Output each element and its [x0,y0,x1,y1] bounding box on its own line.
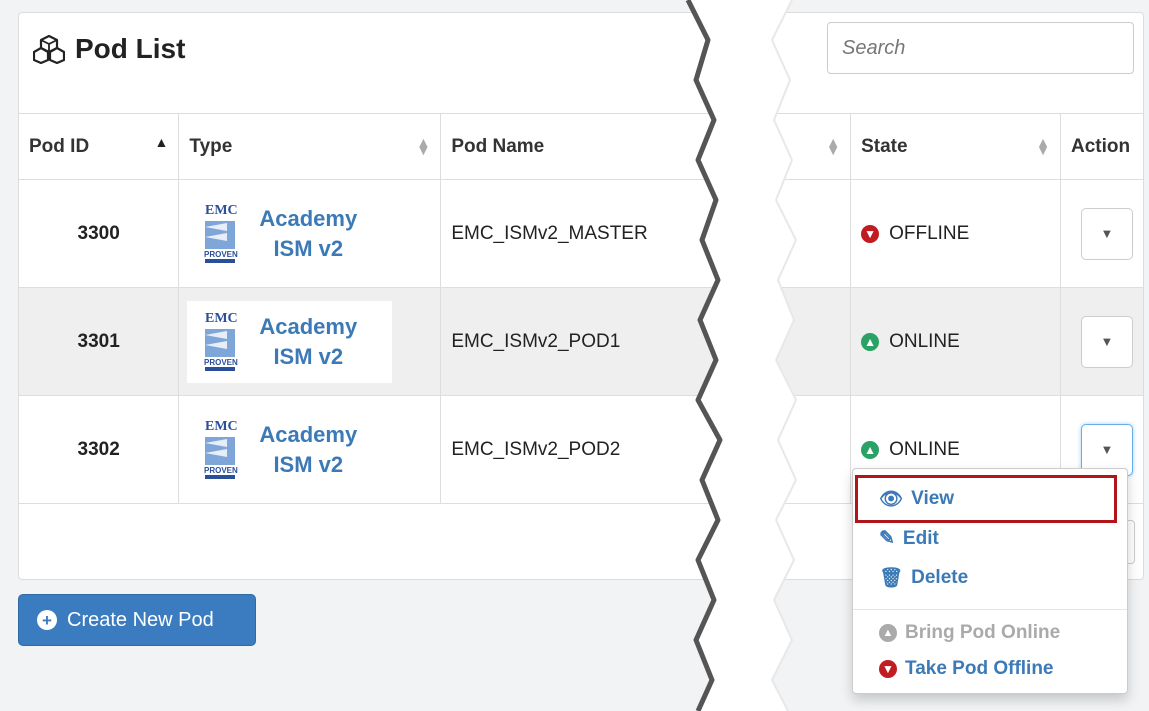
type-line-1: Academy [259,421,358,447]
type-line-2: ISM v2 [273,451,344,477]
menu-item-take-offline[interactable]: ▼ Take Pod Offline [879,658,1054,680]
emc-proven-logo: EMC PROVEN [204,419,238,479]
menu-item-edit[interactable]: ✎ Edit [879,527,939,550]
type-label: Academy ISM v2 [259,420,357,480]
menu-item-edit-label: Edit [902,527,939,549]
col-action: Action [1060,113,1143,180]
sort-icon[interactable]: ▲ ▼ [826,135,840,157]
pod-id-cell[interactable]: 3300 [19,179,180,288]
state-cell: ▲ ONLINE [850,287,1061,396]
sort-asc-icon[interactable]: ▲ [155,135,169,149]
caret-down-icon: ▼ [1100,442,1114,457]
arrow-up-circle-icon: ▲ [861,332,880,351]
logo-text-bottom: PROVEN [204,358,238,367]
cubes-icon [33,34,65,64]
search-input[interactable] [827,22,1134,74]
edit-icon: ✎ [879,528,895,549]
state-label: ONLINE [889,330,960,352]
arrow-up-circle-icon: ▲ [861,440,880,459]
type-label: Academy ISM v2 [259,312,357,372]
type-cell: EMC PROVEN Academy ISM v2 [178,179,442,288]
menu-divider [853,609,1127,610]
pod-name-cell: EMC_ISMv2_POD2 [440,395,852,504]
sort-icon[interactable]: ▲ ▼ [1036,135,1050,157]
action-cell: ▼ [1060,179,1143,288]
menu-item-delete-label: Delete [911,567,969,588]
state-label: ONLINE [889,438,960,460]
col-pod-name-label: Pod Name [451,135,545,157]
menu-item-take-offline-label: Take Pod Offline [905,658,1054,679]
state-label: OFFLINE [889,222,970,244]
caret-down-icon: ▼ [1100,334,1114,349]
action-cell: ▼ [1060,287,1143,396]
col-type-label: Type [189,135,233,157]
eye-icon: 👁 [879,489,904,510]
type-cell: EMC PROVEN Academy ISM v2 [178,395,442,504]
logo-text-top: EMC [205,419,238,434]
caret-down-icon: ▼ [1100,226,1114,241]
emc-proven-logo: EMC PROVEN [204,311,238,371]
emc-proven-logo: EMC PROVEN [204,203,238,263]
panel-title-text: Pod List [75,33,186,64]
logo-text-top: EMC [205,203,238,218]
pod-id-cell[interactable]: 3302 [19,395,180,504]
table-row[interactable]: 3301 EMC PROVEN Academy ISM v2 EMC_ISMv2… [19,287,1143,396]
panel-title: Pod List [33,33,185,65]
logo-text-bottom: PROVEN [204,466,238,475]
table-row[interactable]: 3300 EMC PROVEN Academy ISM v2 EMC_ISMv2… [19,179,1143,288]
action-dropdown-menu: 👁 View ✎ Edit 🗑 Delete ▲ Bring Pod Onlin… [852,468,1128,694]
trash-icon: 🗑 [879,568,904,589]
action-dropdown-button[interactable]: ▼ [1080,315,1133,368]
sort-icon[interactable]: ▲ ▼ [416,135,430,157]
pod-name-cell: EMC_ISMv2_MASTER [440,179,852,288]
plus-circle-icon: + [37,610,57,630]
pod-id-cell[interactable]: 3301 [19,287,180,396]
pod-name-cell: EMC_ISMv2_POD1 [440,287,852,396]
menu-item-view[interactable]: 👁 View [879,487,954,511]
logo-text-top: EMC [205,311,238,326]
type-line-1: Academy [259,313,358,339]
state-cell: ▼ OFFLINE [850,179,1061,288]
arrow-down-circle-icon: ▼ [861,224,880,243]
type-label: Academy ISM v2 [259,204,357,264]
menu-item-delete[interactable]: 🗑 Delete [879,566,968,590]
col-pod-id[interactable]: Pod ID ▲ [19,113,180,180]
type-line-1: Academy [259,205,358,231]
arrow-up-circle-icon: ▲ [879,624,897,642]
table-header: Pod ID ▲ Type ▲ ▼ Pod Name ▲ ▼ State ▲ ▼ Ac… [19,113,1143,180]
logo-text-bottom: PROVEN [204,250,238,259]
col-pod-name[interactable]: Pod Name ▲ ▼ [440,113,852,180]
type-cell: EMC PROVEN Academy ISM v2 [178,287,442,396]
action-dropdown-button[interactable]: ▼ [1080,207,1133,260]
pod-table: Pod ID ▲ Type ▲ ▼ Pod Name ▲ ▼ State ▲ ▼ Ac… [19,113,1143,504]
col-type[interactable]: Type ▲ ▼ [178,113,442,180]
type-line-2: ISM v2 [273,235,344,261]
create-new-pod-label: Create New Pod [67,608,214,631]
menu-item-bring-online: ▲ Bring Pod Online [879,622,1060,644]
menu-item-view-label: View [911,488,955,509]
create-new-pod-button[interactable]: + Create New Pod [18,594,256,646]
col-state[interactable]: State ▲ ▼ [850,113,1061,180]
col-action-label: Action [1070,135,1131,157]
type-line-2: ISM v2 [273,343,344,369]
menu-item-bring-online-label: Bring Pod Online [905,622,1061,643]
col-pod-id-label: Pod ID [29,135,90,157]
arrow-down-circle-icon: ▼ [879,660,897,678]
col-state-label: State [861,135,908,157]
